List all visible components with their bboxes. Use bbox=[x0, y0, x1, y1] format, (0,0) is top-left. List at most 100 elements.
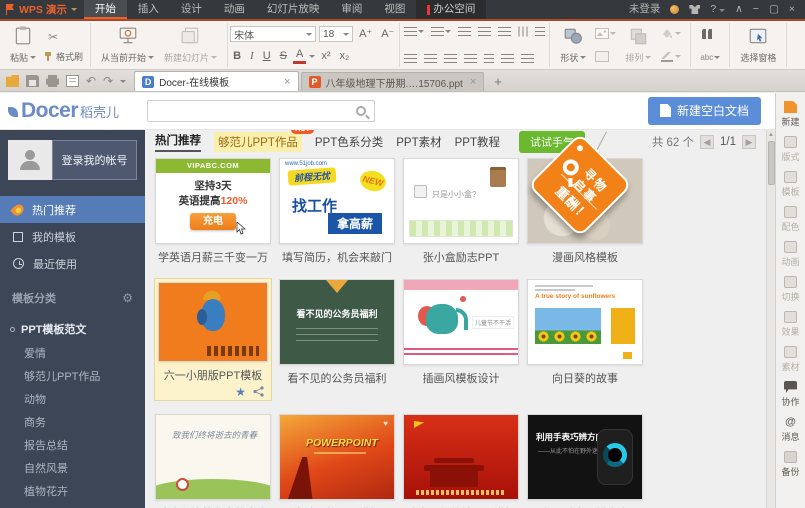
sidebar-item-recent[interactable]: 最近使用 bbox=[0, 250, 145, 277]
settings-gear-icon[interactable]: ⚙ bbox=[122, 291, 133, 305]
rightbar-collaborate[interactable]: 协作 bbox=[776, 378, 805, 413]
template-caption[interactable]: 学英语月薪三千变一万 bbox=[155, 249, 271, 265]
search-icon[interactable] bbox=[356, 106, 366, 116]
picture-button[interactable] bbox=[593, 27, 618, 40]
template-thumb[interactable] bbox=[527, 158, 643, 244]
template-caption[interactable]: 张小盒励志PPT bbox=[403, 249, 519, 265]
new-slide-button[interactable]: 新建幻灯片 bbox=[159, 24, 222, 66]
template-thumb[interactable] bbox=[403, 414, 519, 500]
rightbar-template[interactable]: 模板 bbox=[776, 168, 805, 203]
shrink-font-button[interactable]: A⁻ bbox=[378, 26, 397, 42]
category-love[interactable]: 爱情 bbox=[24, 341, 84, 364]
print-button[interactable] bbox=[46, 75, 59, 87]
tab-materials[interactable]: PPT素材 bbox=[396, 134, 441, 150]
template-card[interactable]: 致我们终将逝去的青春 致我们终将逝去的青春 bbox=[155, 414, 271, 508]
save-button[interactable] bbox=[26, 75, 39, 87]
template-card[interactable]: 儿童节不干活 插画风模板设计 bbox=[403, 279, 519, 400]
decrease-indent-button[interactable] bbox=[456, 26, 473, 37]
columns-button[interactable] bbox=[533, 26, 547, 37]
menu-tab-office-space[interactable]: 办公空间 bbox=[416, 0, 486, 19]
search-input[interactable] bbox=[148, 102, 356, 120]
template-card[interactable]: VIPABC.COM 坚持3天 英语提高120% 充电 学英语月薪三千变一万 bbox=[155, 158, 271, 265]
vip-icon[interactable] bbox=[670, 5, 679, 14]
template-card[interactable]: www.51job.com 前程无忧 NEW 找工作 拿高薪 填写简历，机会来敲… bbox=[279, 158, 395, 265]
qat-more-button[interactable] bbox=[120, 80, 126, 83]
app-logo[interactable]: WPS 演示 bbox=[0, 0, 84, 19]
undo-button[interactable]: ↶ bbox=[86, 74, 96, 88]
category-tech[interactable]: 科技 bbox=[24, 502, 84, 508]
scrollbar-thumb[interactable] bbox=[768, 141, 775, 185]
skin-icon[interactable] bbox=[689, 5, 700, 14]
arrange-button[interactable]: 排列 bbox=[620, 24, 656, 66]
rightbar-backup[interactable]: 备份 bbox=[776, 448, 805, 483]
category-report[interactable]: 报告总结 bbox=[24, 433, 84, 456]
rightbar-transition[interactable]: 切换 bbox=[776, 273, 805, 308]
login-status[interactable]: 未登录 bbox=[629, 0, 661, 19]
restore-button[interactable]: ▢ bbox=[769, 0, 779, 19]
menu-tab-home[interactable]: 开始 bbox=[84, 0, 127, 19]
selection-pane-button[interactable]: 选择窗格 bbox=[735, 24, 781, 66]
scrollbar[interactable]: ▲ bbox=[766, 130, 775, 508]
redo-button[interactable]: ↷ bbox=[103, 74, 113, 88]
template-card[interactable]: 利用手表巧辨方向 ——从此不怕在野外迷了路 利用手表巧辨方向 bbox=[527, 414, 643, 508]
doc-tab-ppt[interactable]: P 八年级地理下册期.…15706.ppt × bbox=[301, 72, 485, 91]
template-thumb[interactable]: POWERPOINT ♥ bbox=[279, 414, 395, 500]
font-size-select[interactable]: 18 bbox=[319, 26, 353, 42]
scroll-up-arrow[interactable]: ▲ bbox=[767, 130, 775, 140]
share-icon[interactable] bbox=[253, 386, 264, 397]
doc-tab-docer[interactable]: D Docer-在线模板 × bbox=[134, 71, 298, 91]
template-thumb[interactable]: 利用手表巧辨方向 ——从此不怕在野外迷了路 bbox=[527, 414, 643, 500]
paste-button[interactable]: 粘贴 bbox=[5, 24, 41, 66]
align-center-button[interactable] bbox=[422, 53, 439, 64]
find-button[interactable] bbox=[698, 27, 722, 42]
rightbar-materials[interactable]: 素材 bbox=[776, 343, 805, 378]
favorite-star-icon[interactable]: ★ bbox=[235, 386, 246, 398]
template-caption[interactable]: 看不见的公务员福利 bbox=[279, 370, 395, 386]
template-caption[interactable]: 六一小朋版PPT模板 bbox=[158, 367, 268, 383]
text-direction-button[interactable] bbox=[516, 26, 530, 37]
close-button[interactable]: × bbox=[789, 0, 795, 19]
bullets-button[interactable] bbox=[402, 26, 426, 37]
prev-page-button[interactable]: ◀ bbox=[700, 135, 714, 149]
strikethrough-button[interactable]: S bbox=[277, 48, 290, 64]
charge-button[interactable]: 充电 bbox=[190, 213, 236, 230]
category-goufaner[interactable]: 够范儿PPT作品 bbox=[24, 364, 141, 387]
vipabc-ad-thumb[interactable]: VIPABC.COM 坚持3天 英语提高120% 充电 bbox=[155, 158, 271, 244]
rightbar-layout[interactable]: 版式 bbox=[776, 133, 805, 168]
fill-color-button[interactable] bbox=[658, 27, 683, 40]
bold-button[interactable]: B bbox=[230, 48, 244, 64]
open-button[interactable] bbox=[6, 75, 19, 87]
menu-tab-design[interactable]: 设计 bbox=[170, 0, 213, 19]
numbering-button[interactable] bbox=[429, 26, 453, 37]
sidebar-item-hot[interactable]: 热门推荐 bbox=[0, 196, 145, 223]
italic-button[interactable]: I bbox=[247, 48, 257, 64]
template-card[interactable]: 只是小小盒? 张小盒励志PPT bbox=[403, 158, 519, 265]
close-tab-icon[interactable]: × bbox=[468, 76, 476, 88]
section-title[interactable]: PPT模板范文 bbox=[0, 316, 145, 341]
template-card[interactable]: POWERPOINT ♥ 党政风格PPT模板 bbox=[279, 414, 395, 508]
align-left-button[interactable] bbox=[402, 53, 419, 64]
template-card[interactable]: 漫画风格模板 bbox=[527, 158, 643, 265]
font-family-select[interactable]: 宋体 bbox=[230, 26, 316, 42]
replace-button[interactable]: abc bbox=[698, 52, 722, 63]
justify-button[interactable] bbox=[462, 53, 479, 64]
from-current-button[interactable]: 从当前开始 bbox=[96, 24, 159, 66]
template-caption[interactable]: 插画风模板设计 bbox=[403, 370, 519, 386]
line-spacing-button[interactable] bbox=[496, 26, 513, 37]
rightbar-colors[interactable]: 配色 bbox=[776, 203, 805, 238]
rightbar-new[interactable]: 新建 bbox=[776, 98, 805, 133]
minimize-button[interactable]: − bbox=[753, 0, 759, 19]
font-color-button[interactable]: A bbox=[293, 48, 306, 64]
template-caption[interactable]: 填写简历，机会来敲门 bbox=[279, 249, 395, 265]
underline-button[interactable]: U bbox=[260, 48, 274, 64]
category-business[interactable]: 商务 bbox=[24, 410, 84, 433]
template-card[interactable]: A true story of sunflowers 向日葵的故事 bbox=[527, 279, 643, 400]
rightbar-messages[interactable]: @消息 bbox=[776, 413, 805, 448]
menu-tab-slideshow[interactable]: 幻灯片放映 bbox=[256, 0, 331, 19]
grow-font-button[interactable]: A⁺ bbox=[356, 26, 375, 42]
subscript-button[interactable]: x₂ bbox=[337, 48, 353, 64]
51job-ad-thumb[interactable]: www.51job.com 前程无忧 NEW 找工作 拿高薪 bbox=[279, 158, 395, 244]
new-blank-doc-button[interactable]: 新建空白文档 bbox=[648, 97, 761, 125]
font-color-arrow-icon[interactable] bbox=[309, 55, 315, 58]
template-card[interactable]: 看不见的公务员福利 看不见的公务员福利 bbox=[279, 279, 395, 400]
